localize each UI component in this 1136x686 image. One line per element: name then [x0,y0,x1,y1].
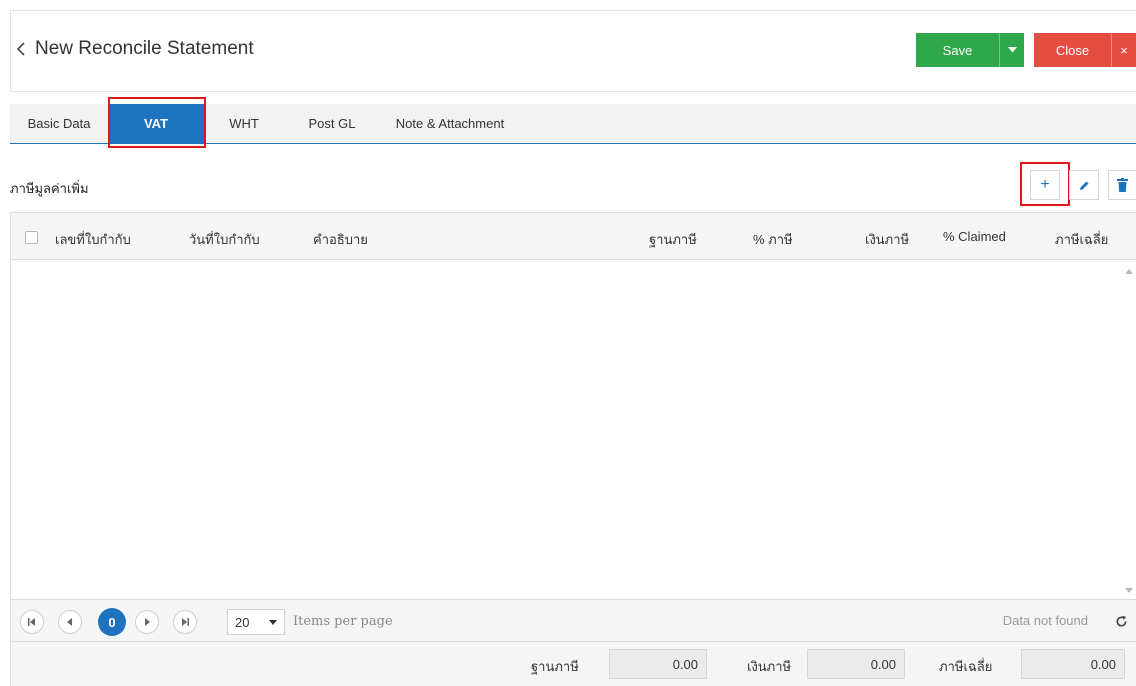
column-header-tax-percent[interactable]: % ภาษี [753,229,793,250]
caret-down-icon [1007,47,1017,53]
tab-wht[interactable]: WHT [204,104,284,143]
pager-status: Data not found [1002,613,1088,628]
column-header-claimed-percent[interactable]: % Claimed [943,229,1006,244]
caret-down-icon [269,620,277,625]
previous-page-icon [67,618,72,626]
average-tax-total-label: ภาษีเฉลี่ย [939,659,993,674]
title-bar: New Reconcile Statement [11,37,254,61]
section-title: ภาษีมูลค่าเพิ่ม [10,181,89,196]
edit-button[interactable] [1069,170,1099,200]
current-page[interactable]: 0 [98,608,126,636]
tab-basic-data[interactable]: Basic Data [10,104,108,143]
select-all-checkbox[interactable] [25,231,38,244]
page-title: New Reconcile Statement [35,38,254,59]
save-dropdown-button[interactable] [1000,33,1024,67]
tab-post-gl[interactable]: Post GL [284,104,380,143]
close-button[interactable]: Close [1034,33,1112,67]
close-icon: × [1120,42,1128,58]
last-page-button[interactable] [173,610,197,634]
add-button-highlight [1020,162,1070,206]
chevron-left-icon[interactable] [11,37,31,61]
delete-button[interactable] [1108,170,1136,200]
refresh-icon[interactable] [1112,612,1130,630]
vat-tab-highlight [108,97,206,148]
page-header: New Reconcile Statement Save Close × [10,10,1136,92]
trash-icon [1117,178,1128,192]
tax-amount-total-field: 0.00 [807,649,905,679]
column-header-invoice-date[interactable]: วันที่ใบกำกับ [189,229,260,250]
tax-amount-total-label: เงินภาษี [747,659,792,674]
save-button[interactable]: Save [916,33,1000,67]
next-page-button[interactable] [135,610,159,634]
first-page-icon [28,618,35,626]
previous-page-button[interactable] [58,610,82,634]
column-header-description[interactable]: คำอธิบาย [313,229,368,250]
tax-base-total-field: 0.00 [609,649,707,679]
close-x-button[interactable]: × [1112,33,1136,67]
next-page-icon [145,618,150,626]
table-body [11,261,1136,599]
column-header-invoice-number[interactable]: เลขที่ใบกำกับ [55,229,131,250]
scroll-up-icon[interactable] [1125,269,1133,274]
pager: 0 20 Items per page Data not found [10,600,1136,642]
header-actions: Save Close × [916,33,1136,67]
last-page-icon [182,618,189,626]
average-tax-total-field: 0.00 [1021,649,1125,679]
column-header-tax-amount[interactable]: เงินภาษี [865,229,909,250]
vertical-scrollbar[interactable] [1122,261,1136,599]
tab-note-attachment[interactable]: Note & Attachment [380,104,520,143]
items-per-page-label: Items per page [293,614,393,629]
page-size-value: 20 [235,614,250,630]
page-size-select[interactable]: 20 [227,609,285,635]
column-header-tax-base[interactable]: ฐานภาษี [649,229,697,250]
tax-base-total-label: ฐานภาษี [531,659,579,674]
table-header: เลขที่ใบกำกับ วันที่ใบกำกับ คำอธิบาย ฐาน… [11,213,1136,260]
first-page-button[interactable] [20,610,44,634]
column-header-average-tax[interactable]: ภาษีเฉลี่ย [1055,229,1108,250]
totals-footer: ฐานภาษี 0.00 เงินภาษี 0.00 ภาษีเฉลี่ย 0.… [10,642,1136,686]
pencil-icon [1079,181,1088,190]
scroll-down-icon[interactable] [1125,588,1133,593]
vat-table: เลขที่ใบกำกับ วันที่ใบกำกับ คำอธิบาย ฐาน… [10,212,1136,600]
